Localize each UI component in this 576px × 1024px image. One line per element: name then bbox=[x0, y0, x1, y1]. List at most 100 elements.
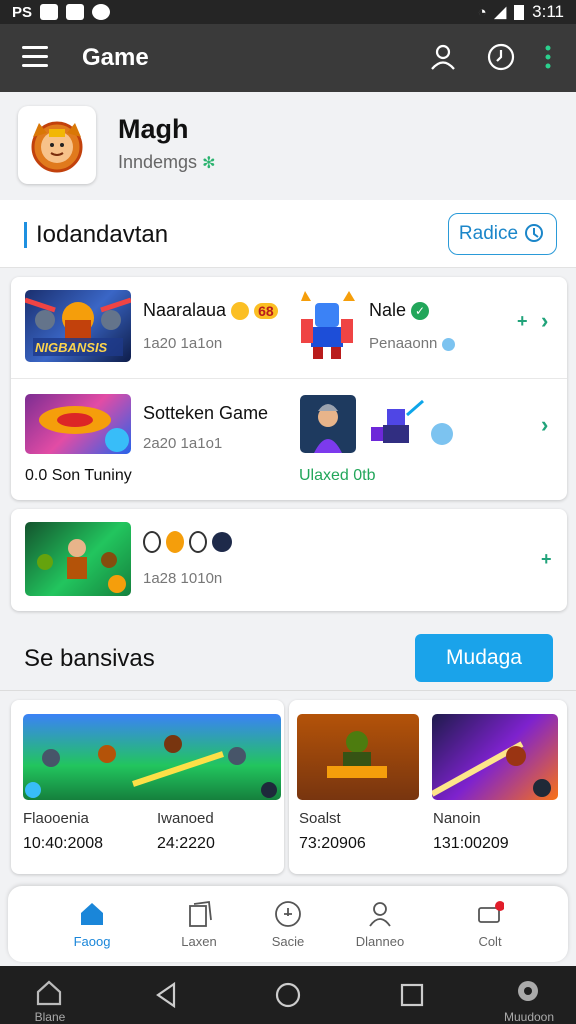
home-icon bbox=[81, 903, 103, 925]
game-title: Naaralaua 68 bbox=[143, 300, 278, 321]
chevron-right-icon[interactable]: › bbox=[541, 412, 548, 438]
nav-label: Colt bbox=[478, 934, 502, 949]
nav-label: Faoog bbox=[73, 934, 111, 949]
coin-icon bbox=[143, 531, 161, 554]
nav-label: Sacie bbox=[271, 934, 305, 949]
emoji-icon bbox=[231, 302, 250, 321]
game-title bbox=[143, 531, 233, 554]
browse-item-value: 73:20906 bbox=[299, 835, 366, 852]
profile-header: Magh Inndemgs ✻ bbox=[0, 92, 576, 198]
home-icon[interactable] bbox=[34, 978, 64, 1008]
section-accent-bar bbox=[24, 222, 27, 248]
browse-item-value: 24:2220 bbox=[157, 835, 215, 852]
nav-item-explore[interactable]: Sacie bbox=[238, 886, 338, 962]
person-icon bbox=[369, 902, 391, 927]
cards-icon bbox=[189, 900, 212, 927]
app-bar: Game bbox=[0, 24, 576, 92]
game-thumbnail[interactable] bbox=[25, 522, 131, 596]
section-header: Iodandavtan Radice bbox=[0, 200, 576, 268]
game-footer: 0.0 Son Tuniny bbox=[25, 467, 132, 484]
ghost-icon bbox=[92, 4, 111, 20]
nav-label: Laxen bbox=[181, 934, 217, 949]
game-footer: Ulaxed 0tb bbox=[299, 467, 376, 484]
chat-icon bbox=[478, 901, 504, 923]
sparkle-icon: ✻ bbox=[202, 155, 216, 172]
image-icon bbox=[66, 4, 85, 20]
bottom-navigation: Faoog Laxen Sacie Dlanneo Colt bbox=[8, 886, 568, 962]
browse-item-value: 131:00209 bbox=[433, 835, 509, 852]
menu-icon[interactable] bbox=[22, 46, 48, 68]
game-list-card: 1a28 1010n + bbox=[11, 509, 567, 611]
divider bbox=[11, 378, 567, 379]
nav-item-profile[interactable]: Dlanneo bbox=[330, 886, 430, 962]
game-badge: 68 bbox=[254, 303, 278, 320]
add-icon[interactable]: + bbox=[541, 549, 552, 570]
search-icon bbox=[525, 224, 544, 242]
browse-item-name: Flaooenia bbox=[23, 810, 89, 827]
game-meta: 1a28 1010n bbox=[143, 570, 223, 587]
game-list-card: NIGBANSIS Naaralaua 68 1a20 1a1on Nale ✓… bbox=[11, 277, 567, 500]
game-meta: 2a20 1a1o1 bbox=[143, 435, 223, 452]
nav-item-chat[interactable]: Colt bbox=[440, 886, 540, 962]
game-meta-text: Penaaonn bbox=[369, 335, 438, 352]
back-icon[interactable] bbox=[152, 980, 182, 1010]
nav-item-home[interactable]: Faoog bbox=[42, 886, 142, 962]
section-title: Se bansivas bbox=[24, 645, 155, 672]
browse-item-name: Nanoin bbox=[433, 810, 481, 827]
info-icon bbox=[441, 337, 455, 351]
section-primary-button[interactable]: Mudaga bbox=[415, 634, 553, 682]
nav-label: Dlanneo bbox=[355, 934, 405, 949]
system-nav-label: Muudoon bbox=[503, 1010, 555, 1024]
wifi-icon: ◔ bbox=[477, 3, 487, 21]
section-title: Iodandavtan bbox=[36, 221, 169, 248]
verified-icon: ✓ bbox=[411, 302, 430, 321]
game-title: Nale ✓ bbox=[369, 300, 430, 321]
browse-item-name: Soalst bbox=[299, 810, 341, 827]
chevron-right-icon[interactable]: › bbox=[541, 308, 548, 334]
avatar[interactable] bbox=[18, 106, 96, 184]
compass-icon bbox=[275, 901, 301, 927]
browse-item-value: 10:40:2008 bbox=[23, 835, 104, 852]
recents-icon[interactable] bbox=[397, 980, 427, 1010]
star-badge-icon bbox=[212, 532, 233, 553]
system-nav-label: Blane bbox=[34, 1010, 66, 1024]
game-meta: 1a20 1a1on bbox=[143, 335, 223, 352]
more-vert-icon[interactable] bbox=[534, 42, 562, 72]
game-banner[interactable] bbox=[432, 714, 558, 800]
thumbnail-caption: NIGBANSIS bbox=[35, 340, 108, 355]
signal-icon: ◢ bbox=[494, 4, 507, 21]
knight-character-icon[interactable] bbox=[367, 397, 425, 451]
location-icon[interactable] bbox=[513, 978, 543, 1008]
browse-item-name: Iwanoed bbox=[157, 810, 214, 827]
add-icon[interactable]: + bbox=[517, 311, 528, 332]
battery-icon bbox=[514, 4, 525, 20]
game-title: Sotteken Game bbox=[143, 403, 269, 423]
coin-icon bbox=[189, 531, 208, 554]
game-emblem-icon bbox=[31, 121, 83, 173]
clock-icon[interactable] bbox=[486, 42, 516, 72]
status-time: 3:11 bbox=[532, 2, 564, 21]
game-banner[interactable] bbox=[297, 714, 419, 800]
robot-character-icon[interactable] bbox=[297, 289, 357, 361]
game-title-text: Naaralaua bbox=[143, 300, 227, 320]
warrior-portrait-icon[interactable] bbox=[300, 395, 356, 453]
game-banner[interactable] bbox=[23, 714, 281, 800]
browse-card: Flaooenia 10:40:2008 Iwanoed 24:2220 bbox=[11, 700, 284, 874]
section-action-button[interactable]: Radice bbox=[448, 213, 557, 255]
profile-subtitle-text: Inndemgs bbox=[118, 152, 198, 172]
profile-icon[interactable] bbox=[428, 42, 458, 72]
coin-icon bbox=[166, 531, 185, 554]
notification-icon bbox=[40, 4, 59, 20]
status-bar: PS ◔ ◢ 3:11 bbox=[0, 0, 576, 24]
profile-name: Magh bbox=[118, 114, 189, 144]
section-action-label: Radice bbox=[458, 223, 519, 244]
game-thumbnail[interactable] bbox=[25, 394, 131, 454]
nav-item-library[interactable]: Laxen bbox=[149, 886, 249, 962]
info-icon bbox=[431, 423, 453, 445]
system-navigation-bar: Blane Muudoon bbox=[0, 966, 576, 1024]
game-meta: Penaaonn bbox=[369, 335, 455, 352]
game-thumbnail[interactable]: NIGBANSIS bbox=[25, 290, 131, 362]
browse-card: Soalst 73:20906 Nanoin 131:00209 bbox=[289, 700, 567, 874]
home-circle-icon[interactable] bbox=[273, 980, 303, 1010]
divider bbox=[0, 690, 576, 691]
